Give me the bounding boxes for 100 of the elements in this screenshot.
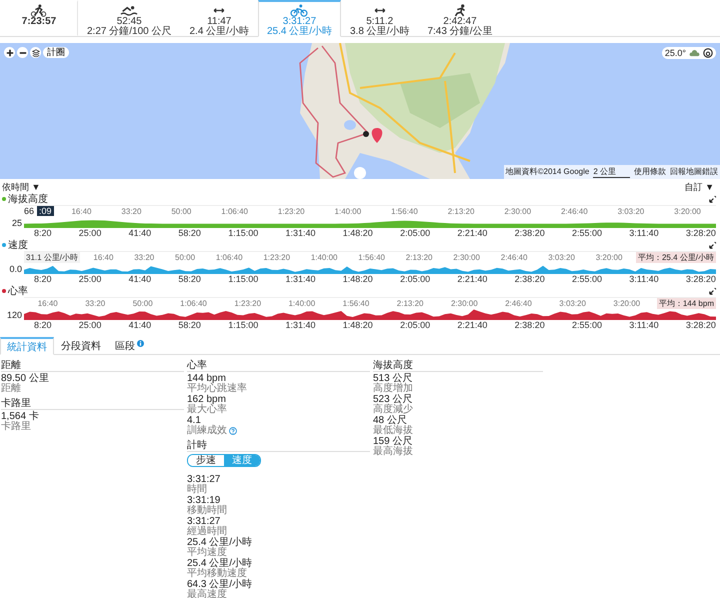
stat-label: 平均速度 <box>187 548 227 558</box>
tab-duration: 7:23:57 <box>22 17 56 27</box>
axis-tick: 1:15:00 <box>228 274 258 285</box>
time-tick: 1:23:20 <box>263 252 290 262</box>
axis-tick: 2:05:00 <box>400 274 430 285</box>
tab-pace: 25.4 公里/小時 <box>266 27 332 37</box>
help-icon[interactable] <box>229 427 237 435</box>
stat-value: 3:31:19 <box>187 496 220 506</box>
axis-tick: 1:15:00 <box>228 228 258 239</box>
time-tick: 3:20:00 <box>613 298 640 308</box>
expand-icon[interactable] <box>709 242 716 248</box>
activity-tab[interactable]: 11:47 2.4 公里/小時 <box>180 0 258 36</box>
time-tick: 33:20 <box>85 298 106 308</box>
activity-tab[interactable]: 52:45 2:27 分鐘/100 公尺 <box>78 0 180 36</box>
time-tick: 2:46:40 <box>505 298 532 308</box>
stat-value: 162 bpm <box>187 395 226 405</box>
terms-link[interactable]: 使用條款 <box>634 166 666 178</box>
expand-icon[interactable] <box>709 196 716 202</box>
stat-value: 64.3 公里/小時 <box>187 580 254 590</box>
axis-tick: 2:21:40 <box>457 274 488 285</box>
activity-tab[interactable]: 3:31:27 25.4 公里/小時 <box>258 0 341 37</box>
time-tick: 33:20 <box>134 252 154 262</box>
axis-tick: 8:20 <box>34 274 52 285</box>
average-label: 平均：25.4 公里/小時 <box>636 252 716 262</box>
axis-tick: 3:11:40 <box>629 320 659 331</box>
stat-label: 高度增加 <box>373 384 413 394</box>
time-tick: 16:40 <box>71 206 92 216</box>
cloud-icon <box>689 50 700 56</box>
time-tick: 3:20:00 <box>596 252 622 262</box>
axis-tick: 2:05:00 <box>400 228 430 239</box>
custom-dropdown[interactable]: 自訂 ▼ <box>684 182 714 193</box>
map-attribution: 地圖資料©2014 Google <box>506 166 590 178</box>
time-tick: 50:00 <box>132 298 153 308</box>
stat-value: 3:31:27 <box>187 475 222 485</box>
report-link[interactable]: 回報地圖錯誤 <box>670 166 718 178</box>
laps-toggle[interactable]: 計圈 <box>43 47 69 58</box>
axis-tick: 1:48:20 <box>342 274 373 285</box>
x-axis-dropdown[interactable]: 依時間 ▼ <box>2 182 40 193</box>
stat-label: 移動時間 <box>187 506 227 516</box>
time-tick: 2:13:20 <box>396 298 424 308</box>
axis-tick: 1:31:40 <box>285 228 316 239</box>
time-tick: 2:46:40 <box>560 206 588 216</box>
activity-tab[interactable]: 5:11.2 3.8 公里/小時 <box>340 0 418 36</box>
tab-duration: 2:42:47 <box>443 17 477 27</box>
stat-value: 513 公尺 <box>373 374 414 384</box>
time-tick: 16:40 <box>38 298 58 308</box>
axis-tick: 2:55:00 <box>572 274 602 285</box>
section-heading: 心率 <box>187 360 370 372</box>
axis-tick: 41:40 <box>128 274 152 285</box>
section-heading: 計時 <box>187 440 370 452</box>
stat-value: 89.50 公里 <box>1 374 50 384</box>
expand-icon[interactable] <box>709 288 716 294</box>
activity-tab[interactable]: 2:42:47 7:43 分鐘/公里 <box>418 0 502 36</box>
stat-value: 4.1 <box>187 416 201 426</box>
tab-pace: 2:27 分鐘/100 公尺 <box>87 27 172 37</box>
stats-tab[interactable]: 分段資料 <box>54 337 108 354</box>
axis-tick: 25:00 <box>78 320 102 331</box>
chart-title: 速度 <box>8 238 28 252</box>
time-tick: 1:06:40 <box>221 206 248 216</box>
weather-badge: 25.0° <box>662 47 716 59</box>
time-tick: 2:30:00 <box>450 298 478 308</box>
value-tooltip: 31.1 公里/小時 <box>24 252 80 262</box>
axis-tick: 8:20 <box>34 228 52 239</box>
time-tick: 50:00 <box>175 252 196 262</box>
axis-tick: 2:55:00 <box>572 228 602 239</box>
tab-duration: 3:31:27 <box>282 17 316 27</box>
axis-tick: 1:48:20 <box>342 320 373 331</box>
stat-label: 訓練成效 <box>187 426 227 436</box>
stat-value: 523 公尺 <box>373 395 412 405</box>
y-axis-label: 120 <box>6 310 23 320</box>
stat-label: 最高海拔 <box>373 447 413 457</box>
time-tick: 1:56:40 <box>342 298 370 308</box>
stat-value: 25.4 公里/小時 <box>187 538 254 548</box>
time-tick: 3:03:20 <box>559 298 586 308</box>
chart-title: 海拔高度 <box>8 192 48 206</box>
time-tick: 1:23:20 <box>234 298 262 308</box>
tab-pace: 7:43 分鐘/公里 <box>427 27 492 37</box>
stat-value: 159 公尺 <box>373 437 414 447</box>
time-tick: 2:13:20 <box>406 252 432 262</box>
stat-label: 時間 <box>187 485 207 495</box>
time-tick: 1:56:40 <box>391 206 418 216</box>
time-tick: 1:40:00 <box>334 206 362 216</box>
axis-tick: 3:28:20 <box>686 320 716 331</box>
axis-tick: 1:31:40 <box>285 274 316 285</box>
section-heading: 海拔高度 <box>373 360 543 372</box>
y-axis-label: 0.0 <box>8 264 23 274</box>
stat-label: 經過時間 <box>187 527 227 537</box>
time-tick: 3:03:20 <box>618 206 644 216</box>
map-scale: 2 公里 <box>593 166 630 178</box>
axis-tick: 3:11:40 <box>629 274 659 285</box>
stats-tab[interactable]: 區段 <box>108 337 151 354</box>
stat-value: 1,564 卡 <box>1 412 40 422</box>
tab-pace: 3.8 公里/小時 <box>350 27 410 37</box>
stat-label: 最大心率 <box>187 405 227 415</box>
axis-tick: 25:00 <box>78 228 102 239</box>
axis-tick: 1:48:20 <box>342 228 373 239</box>
activity-tab[interactable]: 7:23:57 <box>0 0 78 36</box>
axis-tick: 8:20 <box>34 320 52 331</box>
stats-tab[interactable]: 統計資料 <box>0 337 54 355</box>
stat-value: 48 公尺 <box>373 416 407 426</box>
